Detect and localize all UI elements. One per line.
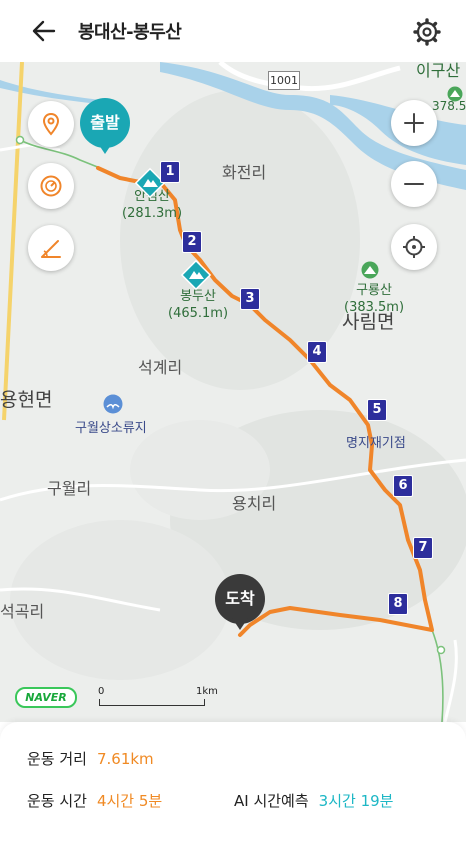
- waypoint-marker[interactable]: 6: [393, 475, 413, 497]
- summit-icon: [180, 259, 212, 291]
- ai-prediction-value: 3시간 19분: [318, 792, 394, 810]
- peak-label: 구룡산 (383.5m): [344, 282, 404, 316]
- waypoint-marker[interactable]: 1: [160, 161, 180, 183]
- waypoint-marker[interactable]: 4: [307, 341, 327, 363]
- ai-prediction-stat: AI 시간예측 3시간 19분: [234, 790, 393, 811]
- page-title: 봉대산-봉두산: [78, 22, 182, 43]
- crosshair-icon: [403, 236, 425, 258]
- peak-name: 구룡산: [356, 283, 392, 298]
- time-stat: 운동 시간 4시간 5분: [27, 790, 162, 811]
- end-pin[interactable]: 도착: [215, 574, 265, 630]
- peak-height: (465.1m): [168, 306, 229, 321]
- mountain-icon: [447, 86, 463, 102]
- waypoint-marker[interactable]: 8: [388, 593, 408, 615]
- peak-height: (281.3m): [122, 206, 183, 221]
- time-value: 4시간 5분: [96, 792, 163, 810]
- speed-button[interactable]: [28, 163, 74, 209]
- place-label-yonghyeonmyeon: 용현면: [0, 389, 53, 411]
- map-scale: 0 1km: [98, 686, 218, 710]
- map-view[interactable]: 화전리 석계리 용현면 구월리 용치리 사림면 석곡리 이구산 378.5 10…: [0, 62, 466, 722]
- place-label-seokgokri: 석곡리: [0, 602, 45, 621]
- waypoint-marker[interactable]: 7: [413, 537, 433, 559]
- place-label-yongchiri: 용치리: [232, 494, 277, 513]
- locate-me-button[interactable]: [391, 224, 437, 270]
- zoom-out-button[interactable]: [391, 161, 437, 207]
- distance-stat: 운동 거리 7.61km: [27, 748, 154, 769]
- place-label-seokgyeri: 석계리: [138, 358, 183, 377]
- reservoir-icon: [103, 394, 123, 414]
- waypoint-marker[interactable]: 3: [240, 288, 260, 310]
- top-bar: 봉대산-봉두산: [0, 0, 466, 62]
- road-number-badge: 1001: [268, 71, 300, 90]
- mountain-icon: [361, 261, 379, 279]
- peak-height: (383.5m): [344, 300, 405, 315]
- place-label-guwolri: 구월리: [47, 479, 92, 498]
- waypoint-marker[interactable]: 5: [367, 399, 387, 421]
- scale-start: 0: [98, 686, 105, 697]
- back-arrow-icon[interactable]: [30, 17, 58, 45]
- speedometer-icon: [40, 175, 62, 197]
- plus-icon: [404, 113, 424, 133]
- poi-label: 명지재기점: [346, 436, 406, 451]
- naver-logo: NAVER: [15, 687, 77, 708]
- start-pin-label: 출발: [90, 113, 120, 132]
- scale-end: 1km: [196, 686, 218, 697]
- end-pin-label: 도착: [225, 589, 255, 608]
- zoom-in-button[interactable]: [391, 100, 437, 146]
- distance-label: 운동 거리: [27, 750, 87, 768]
- start-pin[interactable]: 출발: [80, 98, 130, 154]
- location-pin-icon: [42, 112, 60, 136]
- peak-label: 봉두산 (465.1m): [168, 288, 228, 322]
- poi-label: 구월상소류지: [75, 421, 147, 436]
- slope-button[interactable]: [28, 225, 74, 271]
- location-button[interactable]: [28, 101, 74, 147]
- waypoint-marker[interactable]: 2: [182, 231, 202, 253]
- slope-icon: [41, 240, 61, 258]
- stats-panel: 운동 거리 7.61km 운동 시간 4시간 5분 AI 시간예측 3시간 19분: [0, 722, 466, 841]
- time-label: 운동 시간: [27, 792, 87, 810]
- place-label-hwajeonri: 화전리: [222, 163, 267, 182]
- ai-prediction-label: AI 시간예측: [234, 792, 309, 810]
- scale-bar: [99, 699, 205, 706]
- distance-value: 7.61km: [96, 750, 154, 768]
- gear-icon[interactable]: [412, 17, 442, 47]
- peak-label-igusan: 이구산: [416, 62, 461, 80]
- minus-icon: [404, 183, 424, 185]
